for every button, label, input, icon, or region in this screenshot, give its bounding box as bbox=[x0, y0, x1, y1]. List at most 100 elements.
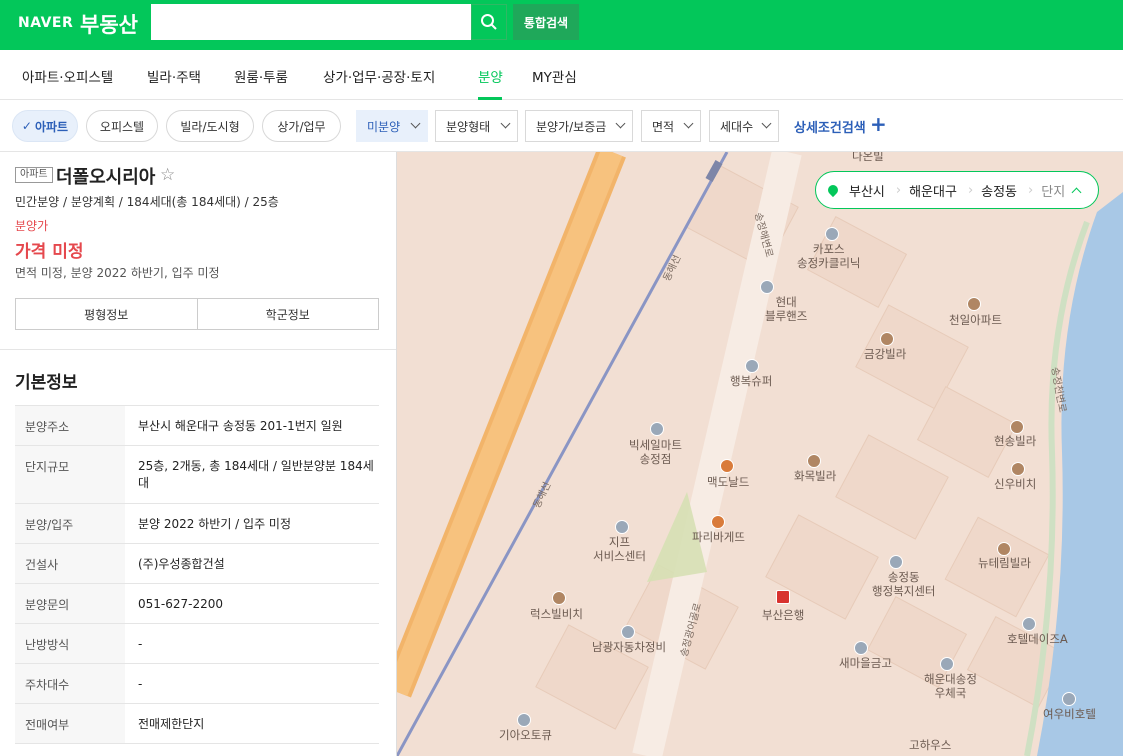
type-badge: 아파트 bbox=[15, 167, 53, 183]
chip-villa[interactable]: 빌라/도시형 bbox=[166, 110, 254, 142]
hotel-icon[interactable] bbox=[1022, 617, 1036, 631]
tab-commercial[interactable]: 상가·업무·공장·토지 bbox=[323, 66, 435, 86]
map-label[interactable]: 해운대송정 우체국 bbox=[924, 672, 977, 700]
row-value: 051-627-2200 bbox=[138, 597, 224, 611]
section-title: 기본정보 bbox=[15, 373, 78, 393]
dropdown-price[interactable]: 분양가/보증금 bbox=[525, 110, 633, 142]
naver-logo[interactable]: NAVER bbox=[18, 15, 73, 31]
map-label[interactable]: 기아오토큐 bbox=[499, 728, 552, 742]
map-label[interactable]: 파리바게뜨 bbox=[692, 530, 745, 544]
table-row: 분양문의 051-627-2200 bbox=[15, 584, 379, 624]
apartment-icon[interactable] bbox=[880, 332, 894, 346]
tab-oneroom-tworoom[interactable]: 원룸·투룸 bbox=[234, 66, 288, 86]
map-label[interactable]: 뉴테림빌라 bbox=[978, 556, 1031, 570]
search-input[interactable] bbox=[151, 4, 471, 40]
map-label[interactable]: 맥도날드 bbox=[707, 475, 749, 489]
map-label[interactable]: 럭스빌비치 bbox=[530, 607, 583, 621]
tab-apartment-officetel[interactable]: 아파트·오피스텔 bbox=[22, 66, 113, 86]
school-info-button[interactable]: 학군정보 bbox=[196, 299, 379, 329]
dropdown-households[interactable]: 세대수 bbox=[709, 110, 779, 142]
repair-icon[interactable] bbox=[517, 713, 531, 727]
breadcrumb-dong[interactable]: 송정동 bbox=[973, 181, 1028, 200]
post-office-icon[interactable] bbox=[940, 657, 954, 671]
store-icon[interactable] bbox=[745, 359, 759, 373]
map-label[interactable]: 화목빌라 bbox=[794, 469, 836, 483]
map-label[interactable]: 카포스 송정카클리닉 bbox=[797, 242, 860, 270]
breadcrumb-complex[interactable]: 단지 bbox=[1033, 181, 1065, 200]
dropdown-label: 분양형태 bbox=[446, 119, 491, 134]
apartment-icon[interactable] bbox=[552, 591, 566, 605]
map-label[interactable]: 빅세일마트 송정점 bbox=[629, 438, 682, 466]
service-logo[interactable]: 부동산 bbox=[80, 9, 138, 39]
restaurant-icon[interactable] bbox=[711, 515, 725, 529]
complex-summary: 민간분양 / 분양계획 / 184세대(총 184세대) / 25층 bbox=[15, 195, 279, 209]
chip-commercial[interactable]: 상가/업무 bbox=[262, 110, 341, 142]
restaurant-icon[interactable] bbox=[720, 459, 734, 473]
chevron-down-icon bbox=[410, 118, 421, 129]
main-nav: 아파트·오피스텔 빌라·주택 원룸·투룸 상가·업무·공장·토지 분양 MY관심 bbox=[0, 50, 1123, 100]
location-breadcrumb[interactable]: 부산시 › 해운대구 › 송정동 › 단지 bbox=[815, 171, 1099, 209]
unified-search-button[interactable]: 통합검색 bbox=[513, 4, 579, 40]
chevron-up-icon[interactable] bbox=[1071, 187, 1082, 197]
map-label[interactable]: 지프 서비스센터 bbox=[593, 535, 646, 563]
row-value: 25층, 2개동, 총 184세대 / 일반분양분 184세대 bbox=[138, 459, 374, 490]
chevron-down-icon bbox=[683, 118, 694, 129]
top-header: NAVER 부동산 통합검색 bbox=[0, 0, 1123, 50]
map-label[interactable]: 다온빌 bbox=[852, 152, 884, 163]
dropdown-label: 면적 bbox=[652, 119, 675, 134]
map-label[interactable]: 호텔데이즈A bbox=[1007, 632, 1068, 646]
map-label[interactable]: 여우비호텔 bbox=[1043, 707, 1096, 721]
office-icon[interactable] bbox=[889, 555, 903, 569]
tab-my-interest[interactable]: MY관심 bbox=[532, 66, 577, 86]
row-value: - bbox=[138, 637, 143, 651]
chip-apartment[interactable]: ✓ 아파트 bbox=[12, 110, 78, 142]
map-label[interactable]: 남광자동차정비 bbox=[592, 640, 666, 654]
apartment-icon[interactable] bbox=[997, 542, 1011, 556]
repair-icon[interactable] bbox=[615, 520, 629, 534]
repair-icon[interactable] bbox=[825, 227, 839, 241]
map-label[interactable]: 신우비치 bbox=[994, 477, 1036, 491]
row-key: 분양/입주 bbox=[15, 504, 125, 543]
map-label[interactable]: 행복슈퍼 bbox=[730, 374, 772, 388]
map-label[interactable]: 천일아파트 bbox=[949, 313, 1002, 327]
table-row: 주차대수 - bbox=[15, 664, 379, 704]
row-value: 전매제한단지 bbox=[138, 717, 205, 731]
tab-villa-house[interactable]: 빌라·주택 bbox=[147, 66, 201, 86]
breadcrumb-city[interactable]: 부산시 bbox=[845, 181, 896, 200]
table-row: 분양주소 부산시 해운대구 송정동 201-1번지 일원 bbox=[15, 406, 379, 446]
divider bbox=[0, 349, 396, 350]
dropdown-sale-type[interactable]: 분양형태 bbox=[435, 110, 518, 142]
map-label[interactable]: 고하우스 bbox=[909, 738, 951, 752]
bank-icon[interactable] bbox=[776, 590, 790, 604]
search-button[interactable] bbox=[471, 4, 507, 40]
map-label[interactable]: 금강빌라 bbox=[864, 347, 906, 361]
map-view[interactable]: 동해선 동해선 송정해변로 송정천변로 송정광어골로 다온빌 카포스 송정카클리… bbox=[397, 152, 1123, 756]
floorplan-info-button[interactable]: 평형정보 bbox=[16, 299, 197, 329]
apartment-icon[interactable] bbox=[807, 454, 821, 468]
map-label[interactable]: 부산은행 bbox=[762, 608, 804, 622]
detail-search-link[interactable]: 상세조건검색 bbox=[794, 117, 866, 136]
finance-icon[interactable] bbox=[854, 641, 868, 655]
chip-officetel[interactable]: 오피스텔 bbox=[86, 110, 158, 142]
map-label[interactable]: 현대 블루핸즈 bbox=[765, 295, 807, 323]
map-label[interactable]: 새마을금고 bbox=[839, 656, 892, 670]
row-value: - bbox=[138, 677, 143, 691]
dropdown-unsold[interactable]: 미분양 bbox=[356, 110, 428, 142]
apartment-icon[interactable] bbox=[967, 297, 981, 311]
star-icon[interactable]: ☆ bbox=[160, 165, 175, 185]
chevron-down-icon bbox=[615, 118, 626, 129]
mart-icon[interactable] bbox=[650, 422, 664, 436]
apartment-icon[interactable] bbox=[1010, 420, 1024, 434]
plus-icon[interactable]: + bbox=[870, 114, 887, 134]
complex-name: 더폴오시리아 bbox=[56, 167, 156, 188]
tab-presale[interactable]: 분양 bbox=[478, 66, 503, 86]
breadcrumb-district[interactable]: 해운대구 bbox=[901, 181, 968, 200]
complex-detail-panel: 아파트 더폴오시리아 ☆ 민간분양 / 분양계획 / 184세대(총 184세대… bbox=[0, 152, 397, 756]
repair-icon[interactable] bbox=[760, 280, 774, 294]
apartment-icon[interactable] bbox=[1011, 462, 1025, 476]
map-label[interactable]: 현송빌라 bbox=[994, 434, 1036, 448]
dropdown-area[interactable]: 면적 bbox=[641, 110, 701, 142]
hotel-icon[interactable] bbox=[1062, 692, 1076, 706]
repair-icon[interactable] bbox=[621, 625, 635, 639]
map-label[interactable]: 송정동 행정복지센터 bbox=[872, 570, 935, 598]
